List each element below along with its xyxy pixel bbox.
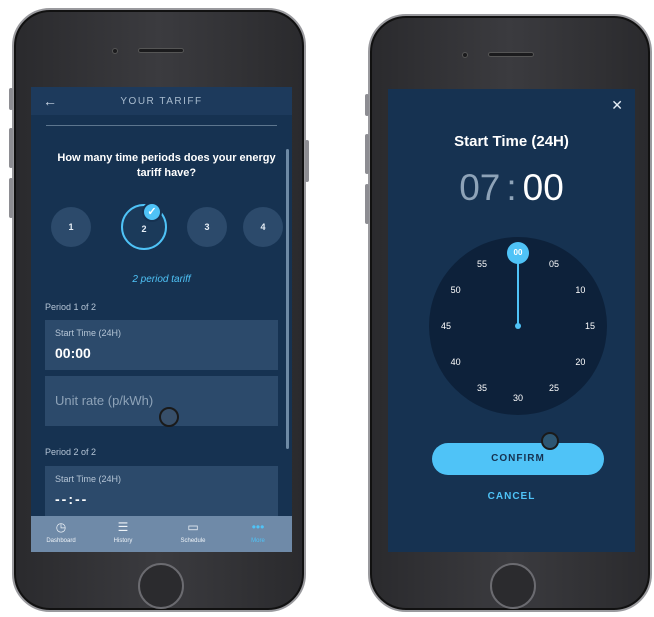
time-separator: : — [506, 167, 517, 208]
volume-down-button — [365, 184, 369, 224]
volume-up-button — [9, 128, 13, 168]
period-option-4[interactable]: 4 — [243, 207, 283, 247]
clock-center — [515, 323, 521, 329]
tab-label: More — [251, 538, 265, 544]
period-option-3[interactable]: 3 — [187, 207, 227, 247]
front-camera — [112, 48, 118, 54]
clock-hand[interactable] — [517, 261, 519, 326]
phone-frame-right: ✕ Start Time (24H) 07:00 00 05 10 15 20 25 30… — [365, 14, 652, 612]
dial-number-35[interactable]: 35 — [472, 381, 492, 395]
period-1-start-time-field[interactable]: Start Time (24H) 00:00 — [45, 320, 278, 370]
period-2-start-time-field[interactable]: Start Time (24H) --:-- — [45, 466, 278, 516]
tab-dashboard[interactable]: ◷ Dashboard — [31, 520, 91, 544]
tab-history[interactable]: ☰ History — [93, 520, 153, 544]
tab-label: History — [113, 538, 133, 544]
tab-more[interactable]: ••• More — [228, 520, 288, 544]
clock-icon: ◷ — [55, 520, 67, 534]
field-label: Start Time (24H) — [55, 474, 122, 484]
dial-number-50[interactable]: 50 — [446, 283, 466, 297]
minute-dial[interactable]: 00 05 10 15 20 25 30 35 40 45 50 55 — [429, 237, 607, 415]
earpiece-speaker — [488, 52, 534, 57]
phone-frame-left: ← YOUR TARIFF How many time periods does… — [9, 8, 309, 612]
dial-number-45[interactable]: 45 — [436, 319, 456, 333]
picker-title: Start Time (24H) — [454, 133, 569, 150]
dial-number-25[interactable]: 25 — [544, 381, 564, 395]
touch-indicator — [541, 432, 559, 450]
volume-up-button — [365, 134, 369, 174]
minutes-value[interactable]: 00 — [523, 167, 564, 208]
earpiece-speaker — [138, 48, 184, 53]
check-icon: ✓ — [142, 202, 162, 222]
field-value: --:-- — [55, 491, 89, 507]
power-button — [305, 140, 309, 182]
calendar-icon: ▭ — [187, 520, 199, 534]
scrollbar[interactable] — [286, 149, 289, 449]
mute-switch — [365, 94, 369, 116]
more-dots-icon: ••• — [251, 520, 265, 534]
field-value: 00:00 — [55, 345, 91, 361]
app-header: ← YOUR TARIFF — [31, 87, 292, 115]
dial-number-05[interactable]: 05 — [544, 257, 564, 271]
tab-schedule[interactable]: ▭ Schedule — [163, 520, 223, 544]
list-icon: ☰ — [117, 520, 129, 534]
touch-indicator — [159, 407, 179, 427]
dial-number-55[interactable]: 55 — [472, 257, 492, 271]
front-camera — [462, 52, 468, 58]
dial-number-10[interactable]: 10 — [570, 283, 590, 297]
field-label: Start Time (24H) — [55, 328, 122, 338]
mute-switch — [9, 88, 13, 110]
dial-number-30[interactable]: 30 — [508, 391, 528, 405]
period-1-title: Period 1 of 2 — [45, 302, 97, 312]
clock-hand-knob[interactable]: 00 — [507, 242, 529, 264]
bottom-tab-bar: ◷ Dashboard ☰ History ▭ Schedule ••• Mor… — [31, 516, 292, 552]
home-button[interactable] — [138, 563, 184, 609]
close-icon[interactable]: ✕ — [611, 97, 623, 114]
period-2-title: Period 2 of 2 — [45, 447, 97, 457]
tariff-screen: ← YOUR TARIFF How many time periods does… — [31, 87, 292, 552]
tab-label: Dashboard — [46, 538, 76, 544]
period-option-1[interactable]: 1 — [51, 207, 91, 247]
volume-down-button — [9, 178, 13, 218]
time-picker-screen: ✕ Start Time (24H) 07:00 00 05 10 15 20 25 30… — [388, 89, 635, 552]
confirm-button[interactable]: CONFIRM — [432, 443, 604, 475]
hours-value[interactable]: 07 — [459, 167, 500, 208]
field-placeholder: Unit rate (p/kWh) — [55, 393, 154, 408]
home-button[interactable] — [490, 563, 536, 609]
dial-number-20[interactable]: 20 — [570, 355, 590, 369]
tariff-summary: 2 period tariff — [132, 274, 191, 285]
dial-number-40[interactable]: 40 — [446, 355, 466, 369]
tab-label: Schedule — [180, 538, 206, 544]
dial-number-15[interactable]: 15 — [580, 319, 600, 333]
time-display: 07:00 — [388, 167, 635, 209]
period-question: How many time periods does your energy t… — [57, 152, 276, 179]
page-title: YOUR TARIFF — [120, 96, 203, 107]
cancel-button[interactable]: CANCEL — [388, 491, 635, 502]
header-divider — [46, 125, 277, 126]
